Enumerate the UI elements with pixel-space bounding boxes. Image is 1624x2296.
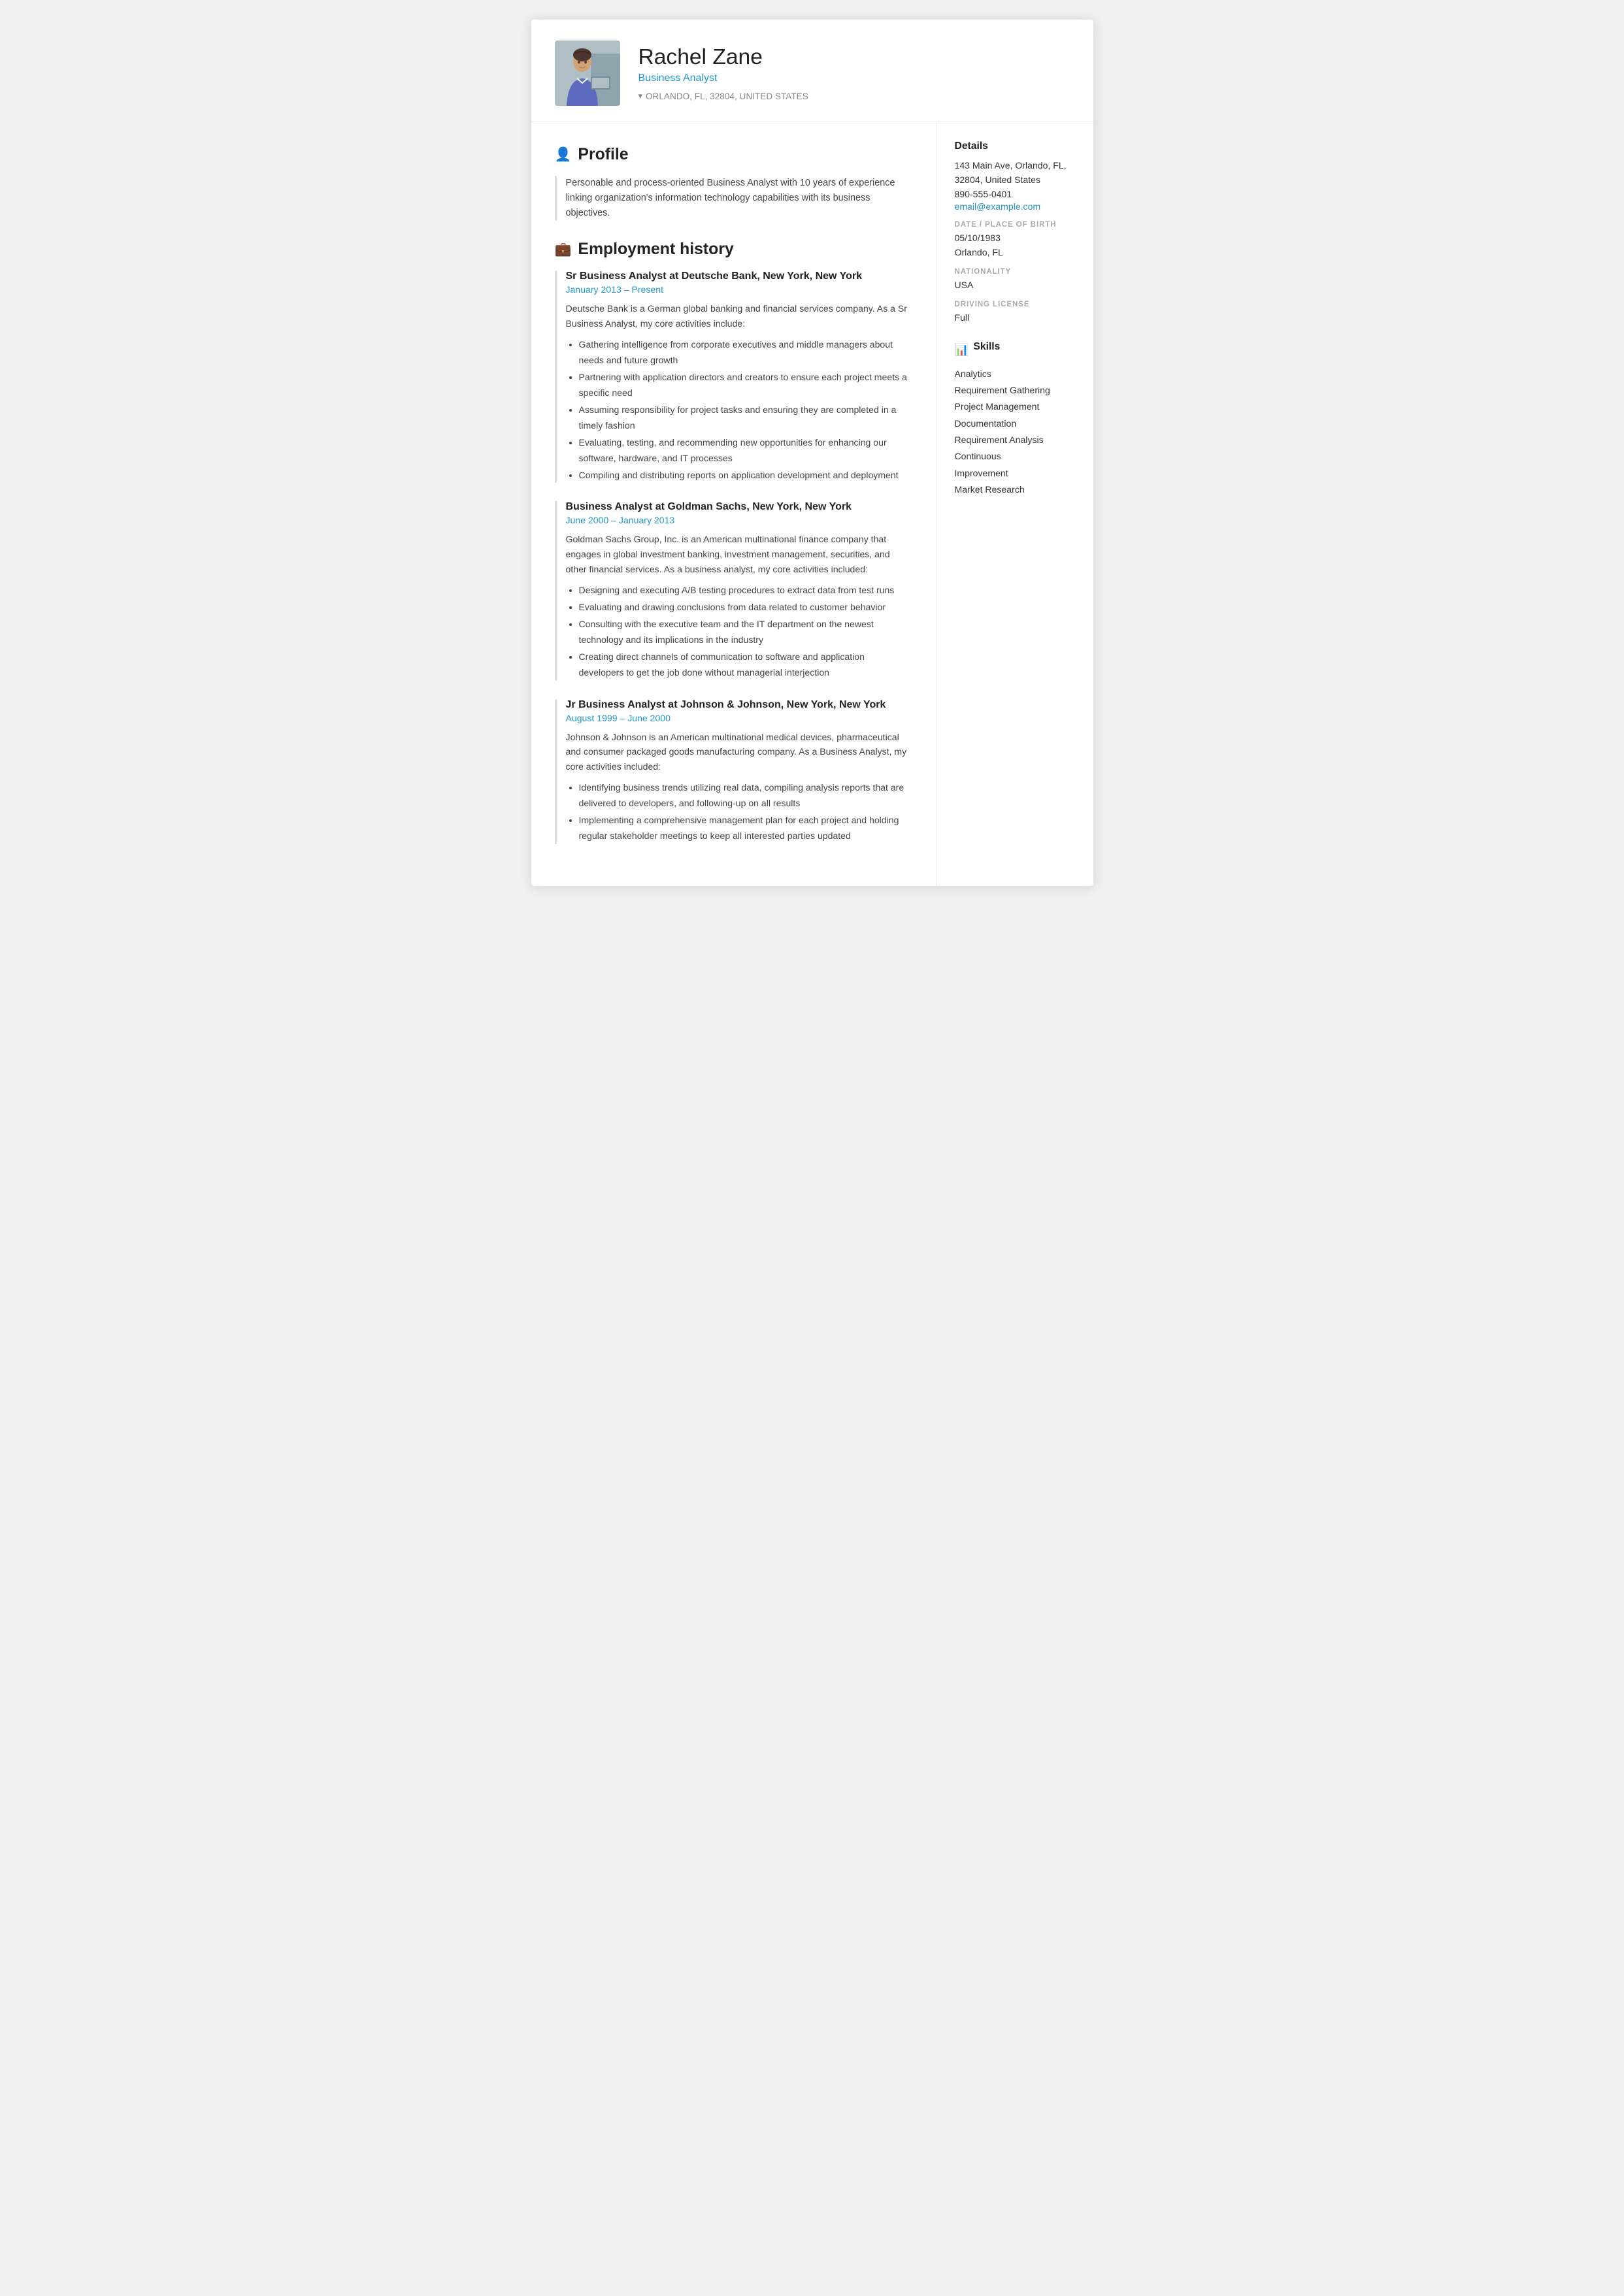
profile-text: Personable and process-oriented Business… xyxy=(566,176,912,221)
nationality-value: USA xyxy=(955,278,1075,293)
bullet-0-1: Partnering with application directors an… xyxy=(579,370,912,401)
job-bullets-1: Designing and executing A/B testing proc… xyxy=(566,583,912,681)
sidebar: Details 143 Main Ave, Orlando, FL, 32804… xyxy=(936,122,1093,886)
job-desc-2: Johnson & Johnson is an American multina… xyxy=(566,730,912,774)
skill-7: Market Research xyxy=(955,482,1075,498)
phone-value: 890-555-0401 xyxy=(955,188,1075,202)
address-value: 143 Main Ave, Orlando, FL, 32804, United… xyxy=(955,159,1075,188)
profile-section: 👤 Profile Personable and process-oriente… xyxy=(555,146,912,221)
bullet-0-0: Gathering intelligence from corporate ex… xyxy=(579,337,912,369)
avatar xyxy=(555,41,620,106)
header-info: Rachel Zane Business Analyst ▾ ORLANDO, … xyxy=(638,45,1070,101)
employment-icon: 💼 xyxy=(555,242,572,257)
job-title-1: Business Analyst at Goldman Sachs, New Y… xyxy=(566,501,912,513)
bullet-0-3: Evaluating, testing, and recommending ne… xyxy=(579,435,912,467)
skills-title: Skills xyxy=(973,341,1000,353)
bullet-0-2: Assuming responsibility for project task… xyxy=(579,402,912,434)
skill-2: Project Management xyxy=(955,399,1075,415)
bullet-1-0: Designing and executing A/B testing proc… xyxy=(579,583,912,599)
skill-4: Requirement Analysis xyxy=(955,432,1075,448)
header-location: ▾ ORLANDO, FL, 32804, UNITED STATES xyxy=(638,91,1070,101)
nationality-label: NATIONALITY xyxy=(955,268,1075,276)
dob-value: 05/10/1983 xyxy=(955,231,1075,246)
header-name: Rachel Zane xyxy=(638,45,1070,70)
profile-icon: 👤 xyxy=(555,147,572,163)
profile-section-header: 👤 Profile xyxy=(555,146,912,164)
skill-5: Continuous xyxy=(955,448,1075,465)
job-2: Jr Business Analyst at Johnson & Johnson… xyxy=(555,699,912,844)
location-icon: ▾ xyxy=(638,91,642,101)
employment-section-header: 💼 Employment history xyxy=(555,240,912,259)
job-desc-1: Goldman Sachs Group, Inc. is an American… xyxy=(566,532,912,576)
job-desc-0: Deutsche Bank is a German global banking… xyxy=(566,301,912,331)
job-1: Business Analyst at Goldman Sachs, New Y… xyxy=(555,501,912,680)
location-text: ORLANDO, FL, 32804, UNITED STATES xyxy=(646,91,808,101)
job-0: Sr Business Analyst at Deutsche Bank, Ne… xyxy=(555,271,912,483)
skills-section: 📊 Skills AnalyticsRequirement GatheringP… xyxy=(955,341,1075,499)
profile-text-wrapper: Personable and process-oriented Business… xyxy=(555,176,912,221)
employment-section-title: Employment history xyxy=(578,240,733,259)
job-dates-0: January 2013 – Present xyxy=(566,284,912,295)
profile-section-title: Profile xyxy=(578,146,628,164)
resume-card: Rachel Zane Business Analyst ▾ ORLANDO, … xyxy=(531,20,1093,886)
skill-0: Analytics xyxy=(955,366,1075,382)
skills-list: AnalyticsRequirement GatheringProject Ma… xyxy=(955,366,1075,499)
bullet-1-1: Evaluating and drawing conclusions from … xyxy=(579,600,912,615)
details-title: Details xyxy=(955,140,1075,152)
dob-place-value: Orlando, FL xyxy=(955,246,1075,260)
skill-3: Documentation xyxy=(955,416,1075,432)
job-bullets-2: Identifying business trends utilizing re… xyxy=(566,780,912,844)
employment-section: 💼 Employment history Sr Business Analyst… xyxy=(555,240,912,844)
skill-1: Requirement Gathering xyxy=(955,382,1075,399)
jobs-container: Sr Business Analyst at Deutsche Bank, Ne… xyxy=(555,271,912,844)
details-section: Details 143 Main Ave, Orlando, FL, 32804… xyxy=(955,140,1075,325)
body: 👤 Profile Personable and process-oriente… xyxy=(531,122,1093,886)
job-title-2: Jr Business Analyst at Johnson & Johnson… xyxy=(566,699,912,711)
bullet-1-3: Creating direct channels of communicatio… xyxy=(579,649,912,681)
skill-6: Improvement xyxy=(955,465,1075,482)
job-dates-1: June 2000 – January 2013 xyxy=(566,515,912,525)
job-dates-2: August 1999 – June 2000 xyxy=(566,713,912,723)
job-title-0: Sr Business Analyst at Deutsche Bank, Ne… xyxy=(566,271,912,282)
driving-label: DRIVING LICENSE xyxy=(955,301,1075,308)
job-bullets-0: Gathering intelligence from corporate ex… xyxy=(566,337,912,483)
bullet-1-2: Consulting with the executive team and t… xyxy=(579,617,912,648)
email-link[interactable]: email@example.com xyxy=(955,201,1041,212)
header-title: Business Analyst xyxy=(638,73,1070,84)
driving-value: Full xyxy=(955,311,1075,325)
header: Rachel Zane Business Analyst ▾ ORLANDO, … xyxy=(531,20,1093,122)
bullet-0-4: Compiling and distributing reports on ap… xyxy=(579,468,912,484)
main-column: 👤 Profile Personable and process-oriente… xyxy=(531,122,936,886)
bullet-2-1: Implementing a comprehensive management … xyxy=(579,813,912,844)
dob-label: DATE / PLACE OF BIRTH xyxy=(955,221,1075,229)
bullet-2-0: Identifying business trends utilizing re… xyxy=(579,780,912,812)
skills-header: 📊 Skills xyxy=(955,341,1075,359)
skills-icon: 📊 xyxy=(955,343,969,357)
